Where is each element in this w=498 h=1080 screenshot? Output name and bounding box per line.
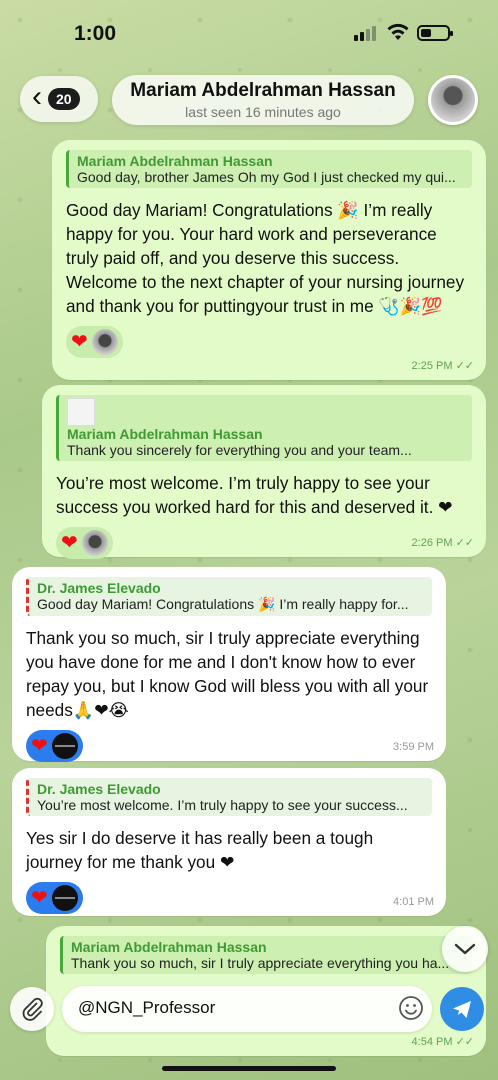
reply-snippet: Good day, brother James Oh my God I just… (77, 169, 456, 185)
reply-quote[interactable]: Mariam Abdelrahman Hassan Good day, brot… (66, 150, 472, 188)
double-check-icon: ✓✓ (455, 1036, 474, 1048)
reply-sender: Dr. James Elevado (37, 580, 161, 596)
reactor-avatar (81, 530, 108, 556)
signal-icon (354, 26, 376, 41)
message-time: 4:01 PM (393, 896, 434, 908)
battery-icon (417, 25, 453, 41)
chevron-left-icon: ‹ (32, 80, 42, 113)
reply-quote[interactable]: Dr. James Elevado Good day Mariam! Congr… (26, 577, 432, 616)
paperclip-icon (22, 997, 43, 1021)
message-text: Thank you so much, sir I truly appreciat… (26, 628, 429, 720)
reaction-chip[interactable]: ❤ (26, 882, 83, 914)
reaction-chip[interactable]: ❤ (66, 326, 123, 358)
unread-count-badge: 20 (48, 88, 80, 110)
message-bubble[interactable]: Dr. James Elevado Good day Mariam! Congr… (12, 567, 446, 762)
reply-sender: Mariam Abdelrahman Hassan (77, 153, 273, 169)
heart-reaction: ❤ (61, 532, 78, 554)
smiley-icon[interactable] (398, 995, 424, 1021)
message-bubble[interactable]: Dr. James Elevado You’re most welcome. I… (12, 768, 446, 916)
contact-avatar[interactable] (428, 75, 478, 125)
wifi-icon (387, 23, 409, 40)
send-button[interactable] (440, 987, 484, 1031)
message-bubble[interactable]: Mariam Abdelrahman Hassan Thank you sinc… (42, 385, 486, 559)
double-check-icon: ✓✓ (455, 537, 474, 549)
message-bubble[interactable]: Mariam Abdelrahman Hassan Good day, brot… (52, 140, 486, 380)
chat-name: Mariam Abdelrahman Hassan (130, 80, 396, 101)
reply-snippet: Good day Mariam! Congratulations 🎉 I’m r… (37, 596, 409, 612)
double-check-icon: ✓✓ (455, 360, 474, 372)
status-bar: 1:00 (0, 0, 498, 66)
attach-button[interactable] (10, 987, 54, 1031)
reply-quote[interactable]: Mariam Abdelrahman Hassan Thank you sinc… (56, 395, 472, 461)
reply-sender: Mariam Abdelrahman Hassan (71, 939, 267, 955)
reply-snippet: Thank you so much, sir I truly appreciat… (71, 955, 450, 971)
document-thumbnail (67, 398, 95, 426)
back-button[interactable]: ‹ 20 (20, 76, 98, 122)
message-text: You’re most welcome. I’m truly happy to … (56, 473, 453, 517)
message-text: Yes sir I do deserve it has really been … (26, 828, 374, 872)
chevron-down-icon (454, 943, 476, 955)
message-time: 4:54 PM ✓✓ (411, 1036, 474, 1048)
reply-snippet: Thank you sincerely for everything you a… (67, 442, 412, 458)
scroll-down-button[interactable] (442, 926, 488, 972)
message-time: 2:25 PM ✓✓ (411, 360, 474, 372)
heart-reaction: ❤ (31, 735, 48, 757)
reply-quote[interactable]: Dr. James Elevado You’re most welcome. I… (26, 778, 432, 816)
status-time: 1:00 (74, 22, 117, 45)
message-input[interactable]: @NGN_Professor (62, 986, 432, 1032)
heart-reaction: ❤ (31, 887, 48, 909)
reply-sender: Mariam Abdelrahman Hassan (67, 426, 263, 442)
reaction-chip[interactable]: ❤ (56, 527, 113, 559)
home-indicator (162, 1066, 336, 1071)
chat-title[interactable]: Mariam Abdelrahman Hassan last seen 16 m… (112, 75, 414, 125)
reactor-avatar (51, 733, 78, 759)
reply-sender: Dr. James Elevado (37, 781, 161, 797)
heart-reaction: ❤ (71, 331, 88, 353)
reply-quote[interactable]: Mariam Abdelrahman Hassan Thank you so m… (60, 936, 472, 974)
message-text: Good day Mariam! Congratulations 🎉 I’m r… (66, 200, 465, 316)
message-input-value: @NGN_Professor (78, 998, 216, 1017)
send-icon (453, 1001, 471, 1018)
message-time: 2:26 PM ✓✓ (411, 537, 474, 549)
message-time: 3:59 PM (393, 741, 434, 753)
reactor-avatar (91, 329, 118, 355)
last-seen-status: last seen 16 minutes ago (185, 104, 341, 120)
reactor-avatar (51, 885, 78, 911)
reply-snippet: You’re most welcome. I’m truly happy to … (37, 797, 408, 813)
reaction-chip[interactable]: ❤ (26, 730, 83, 762)
